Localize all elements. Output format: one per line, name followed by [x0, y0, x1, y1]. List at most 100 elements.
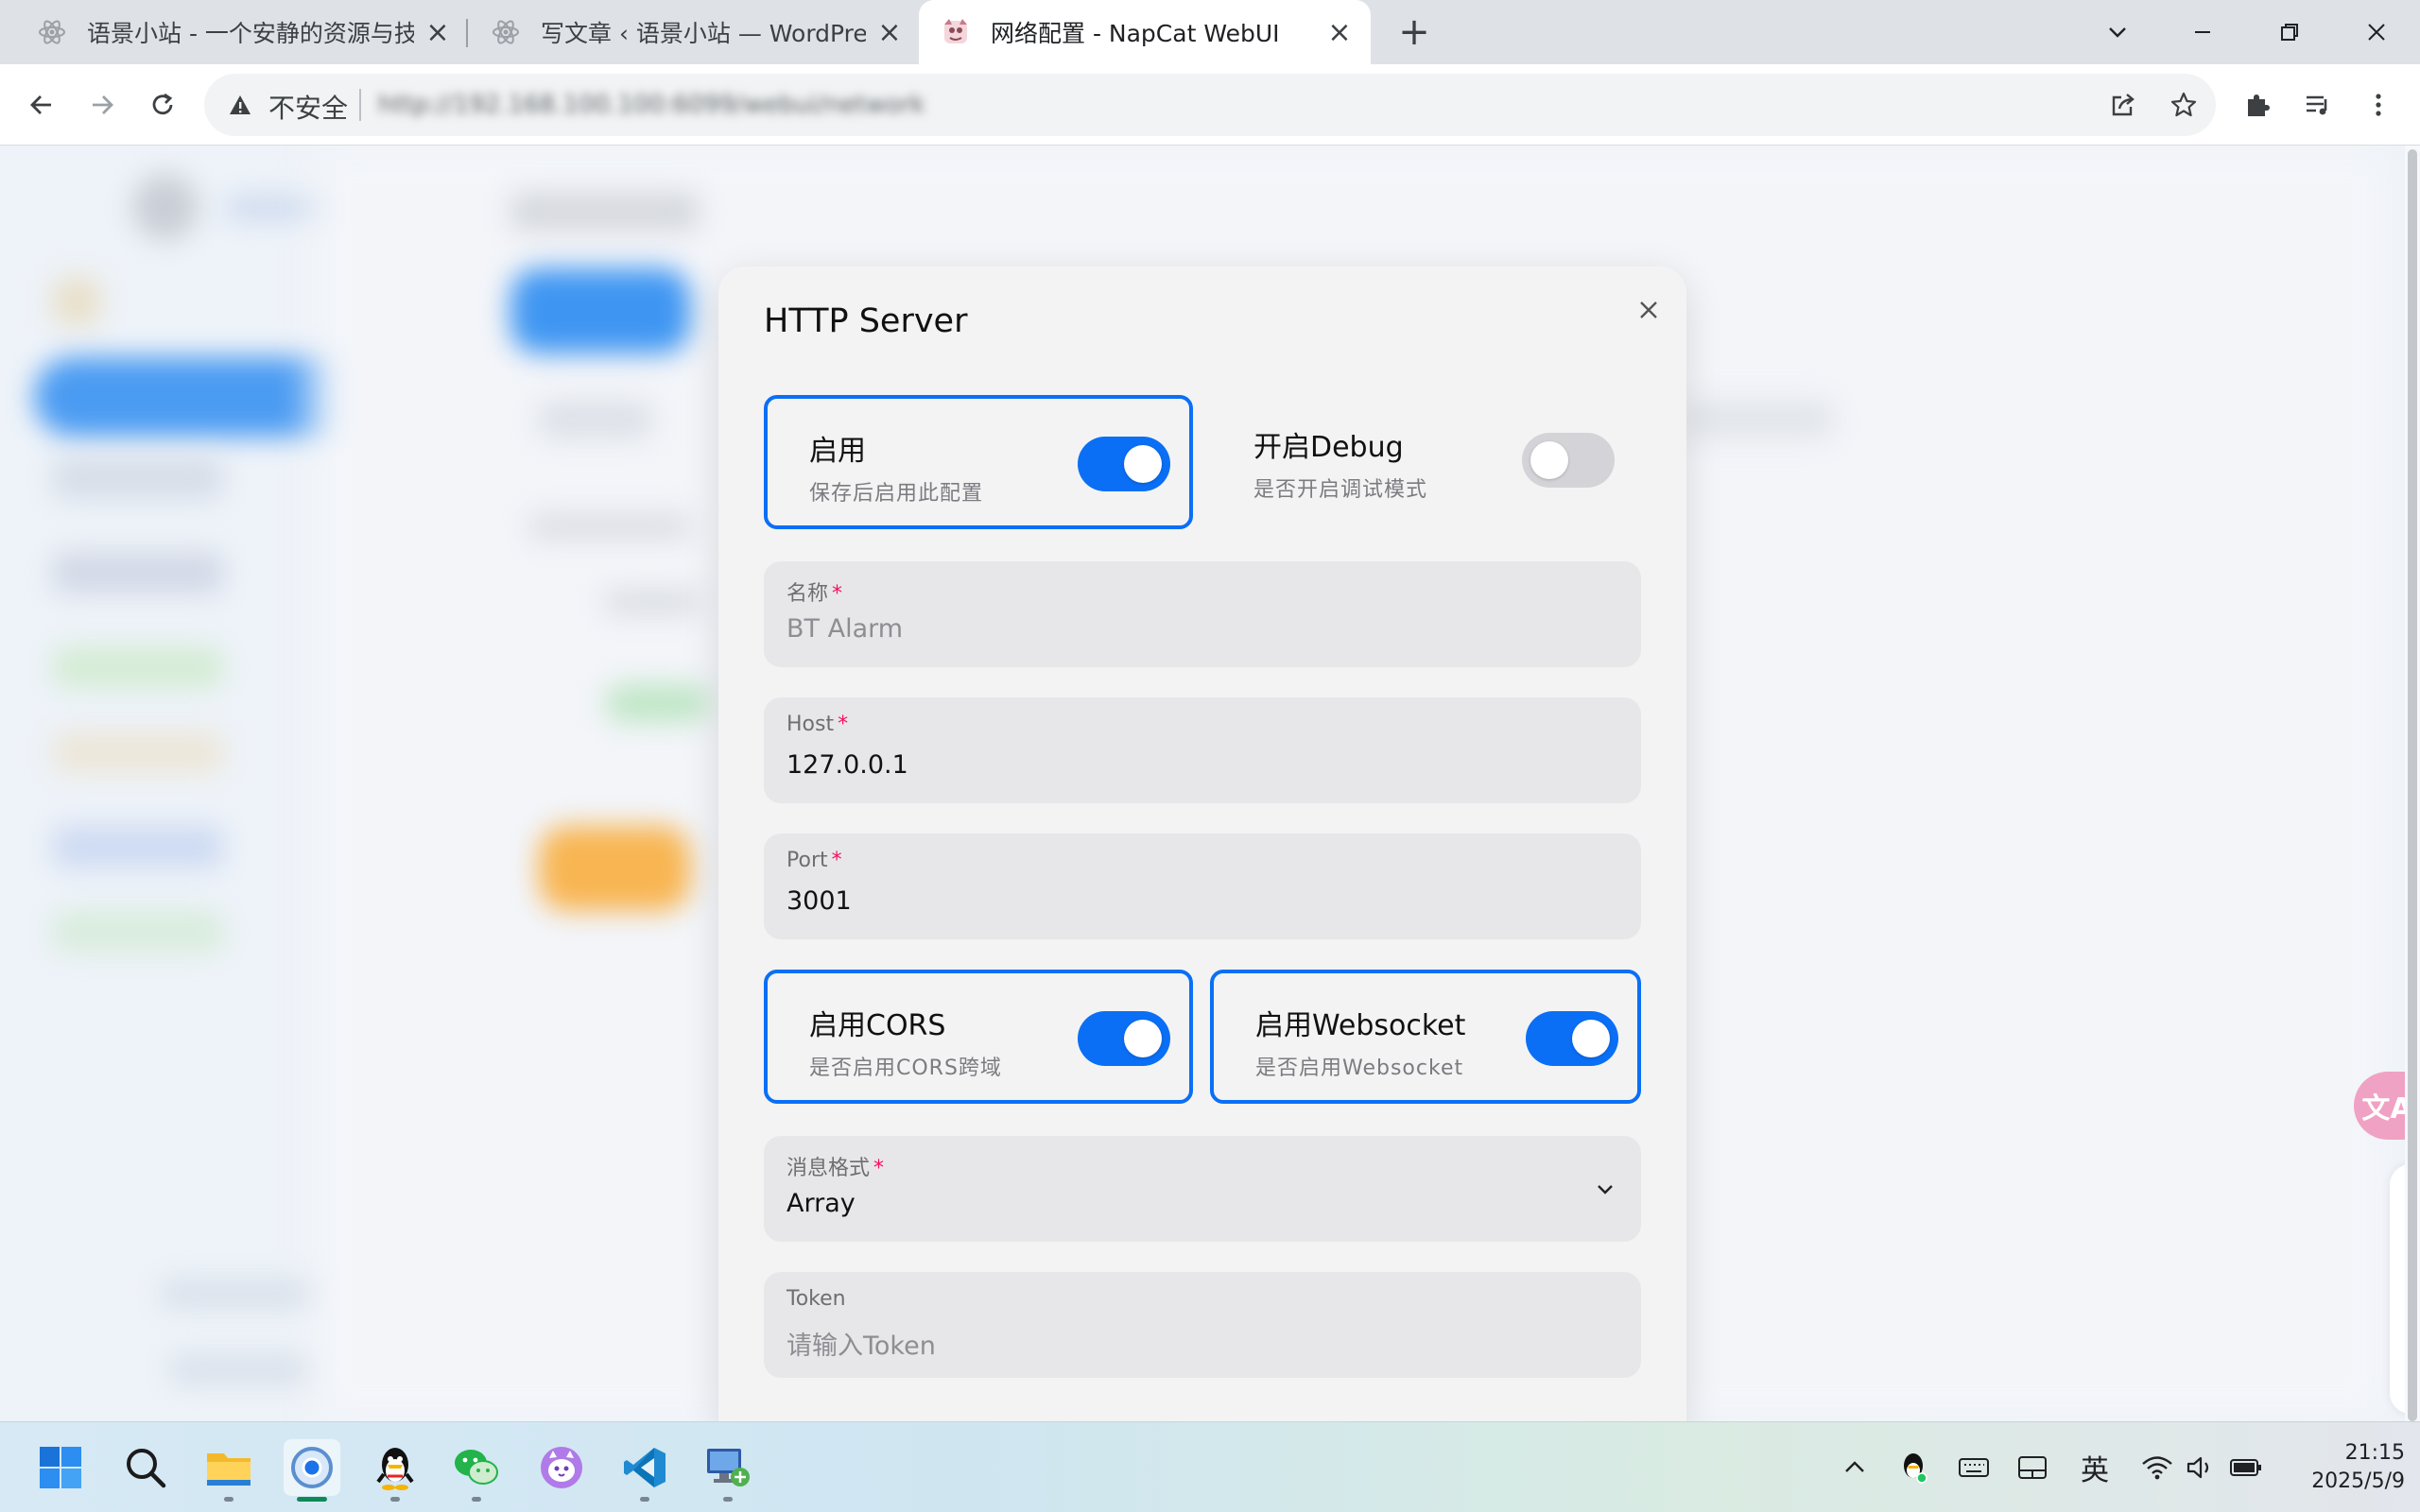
- token-input[interactable]: 请输入Token: [786, 1325, 936, 1362]
- warning-icon[interactable]: [225, 90, 255, 120]
- wifi-icon[interactable]: [2138, 1449, 2176, 1486]
- cors-subtitle: 是否启用CORS跨域: [809, 1057, 1002, 1080]
- debug-subtitle: 是否开启调试模式: [1253, 478, 1428, 502]
- host-field[interactable]: Host * 127.0.0.1: [764, 697, 1641, 803]
- clock-date: 2025/5/9: [2311, 1469, 2405, 1493]
- tab-blur: [539, 401, 652, 438]
- tab-search-chevron-icon[interactable]: [2097, 11, 2138, 53]
- switch-knob: [1572, 1020, 1610, 1057]
- close-window-button[interactable]: [2356, 11, 2397, 53]
- header-blur: [510, 193, 700, 231]
- back-button[interactable]: [21, 84, 62, 126]
- share-icon[interactable]: [2102, 84, 2144, 126]
- text-blur: [529, 514, 690, 539]
- switch-knob: [1124, 445, 1162, 483]
- address-bar[interactable]: 不安全 http://192.168.100.100:6099/webui/ne…: [204, 74, 2216, 136]
- divider: [359, 89, 361, 121]
- battery-icon[interactable]: [2227, 1449, 2265, 1486]
- url-text[interactable]: http://192.168.100.100:6099/webui/networ…: [378, 91, 925, 119]
- touchpad-icon[interactable]: [2014, 1449, 2051, 1486]
- dialog-title: HTTP Server: [764, 302, 968, 340]
- token-field[interactable]: Token 请输入Token: [764, 1272, 1641, 1378]
- react-atom-icon: [490, 16, 522, 48]
- nav-blur: [53, 278, 100, 325]
- security-label[interactable]: 不安全: [268, 88, 348, 126]
- browser-toolbar: 不安全 http://192.168.100.100:6099/webui/ne…: [0, 64, 2420, 146]
- more-menu-icon[interactable]: [2358, 84, 2399, 126]
- tab-close-icon[interactable]: ×: [424, 16, 452, 49]
- nav-blur: [53, 826, 223, 868]
- vscode-icon[interactable]: [616, 1439, 673, 1502]
- tab-napcat-network[interactable]: 网络配置 - NapCat WebUI ×: [919, 0, 1371, 64]
- websocket-subtitle: 是否启用Websocket: [1255, 1057, 1464, 1080]
- system-clock[interactable]: 21:15 2025/5/9: [2288, 1439, 2405, 1496]
- tab-close-icon[interactable]: ×: [875, 16, 904, 49]
- debug-card[interactable]: 开启Debug 是否开启调试模式: [1212, 395, 1641, 529]
- enable-card[interactable]: 启用 保存后启用此配置: [764, 395, 1193, 529]
- websocket-card[interactable]: 启用Websocket 是否启用Websocket: [1210, 970, 1641, 1104]
- search-icon[interactable]: [117, 1439, 174, 1496]
- port-label: Port *: [786, 849, 842, 872]
- remote-desktop-icon[interactable]: [700, 1439, 756, 1502]
- name-label: 名称 *: [786, 582, 843, 606]
- footer-blur: [161, 1280, 331, 1308]
- cat-app-icon[interactable]: [533, 1439, 590, 1496]
- qq-icon[interactable]: [367, 1439, 424, 1502]
- message-format-label: 消息格式 *: [786, 1157, 885, 1180]
- restore-button[interactable]: [2269, 11, 2310, 53]
- running-indicator: [472, 1497, 481, 1502]
- websocket-title: 启用Websocket: [1255, 1009, 1466, 1042]
- name-field[interactable]: 名称 * BT Alarm: [764, 561, 1641, 667]
- file-explorer-icon[interactable]: [200, 1439, 257, 1502]
- wechat-icon[interactable]: [448, 1439, 505, 1502]
- new-tab-button[interactable]: +: [1395, 10, 1433, 54]
- token-label: Token: [786, 1287, 846, 1311]
- volume-icon[interactable]: [2182, 1449, 2220, 1486]
- add-button-blur: [510, 268, 690, 353]
- tab-write-article[interactable]: 写文章 ‹ 语景小站 — WordPres ×: [467, 0, 917, 64]
- tab-yujing-home[interactable]: 语景小站 - 一个安静的资源与技 ×: [0, 0, 465, 64]
- enable-switch[interactable]: [1078, 437, 1170, 491]
- react-atom-icon: [36, 16, 68, 48]
- windows-start-icon[interactable]: [32, 1439, 89, 1496]
- logo-blur: [132, 174, 199, 240]
- port-field[interactable]: Port * 3001: [764, 833, 1641, 939]
- chevron-down-icon[interactable]: [1590, 1174, 1620, 1204]
- tab-title: 写文章 ‹ 语景小站 — WordPres: [541, 20, 866, 47]
- tab-title: 语景小站 - 一个安静的资源与技: [87, 20, 414, 47]
- message-format-value[interactable]: Array: [786, 1189, 856, 1218]
- close-icon[interactable]: [1628, 289, 1669, 331]
- running-indicator: [723, 1497, 733, 1502]
- tab-strip: 语景小站 - 一个安静的资源与技 × 写文章 ‹ 语景小站 — WordPres…: [0, 0, 2420, 64]
- tab-close-icon[interactable]: ×: [1325, 16, 1354, 49]
- forward-button[interactable]: [81, 84, 123, 126]
- extensions-icon[interactable]: [2237, 84, 2278, 126]
- switch-knob: [1124, 1020, 1162, 1057]
- name-input[interactable]: BT Alarm: [786, 614, 903, 644]
- enable-subtitle: 保存后启用此配置: [809, 482, 984, 506]
- http-server-dialog: HTTP Server 启用 保存后启用此配置 开启Debug 是否开启调试模式…: [718, 266, 1686, 1421]
- port-input[interactable]: 3001: [786, 886, 852, 916]
- keyboard-icon[interactable]: [1955, 1449, 1993, 1486]
- text-blur: [605, 590, 700, 614]
- cors-title: 启用CORS: [809, 1009, 946, 1042]
- qq-tray-icon[interactable]: [1894, 1449, 1932, 1486]
- bookmark-star-icon[interactable]: [2163, 84, 2204, 126]
- show-hidden-icons-chevron-icon[interactable]: [1836, 1449, 1874, 1486]
- websocket-switch[interactable]: [1526, 1011, 1618, 1066]
- cors-card[interactable]: 启用CORS 是否启用CORS跨域: [764, 970, 1193, 1104]
- reload-button[interactable]: [142, 84, 183, 126]
- debug-switch[interactable]: [1522, 433, 1615, 488]
- cors-switch[interactable]: [1078, 1011, 1170, 1066]
- media-playlist-icon[interactable]: [2297, 84, 2339, 126]
- message-format-select[interactable]: 消息格式 * Array: [764, 1136, 1641, 1242]
- nav-blur: [53, 552, 223, 593]
- running-indicator: [224, 1497, 233, 1502]
- page-scrollbar[interactable]: [2405, 146, 2420, 1421]
- ime-indicator[interactable]: 英: [2076, 1449, 2114, 1487]
- host-input[interactable]: 127.0.0.1: [786, 750, 908, 780]
- scrollbar-thumb[interactable]: [2408, 149, 2417, 1421]
- running-indicator: [390, 1497, 400, 1502]
- minimize-button[interactable]: [2182, 11, 2223, 53]
- chrome-icon[interactable]: [284, 1439, 340, 1502]
